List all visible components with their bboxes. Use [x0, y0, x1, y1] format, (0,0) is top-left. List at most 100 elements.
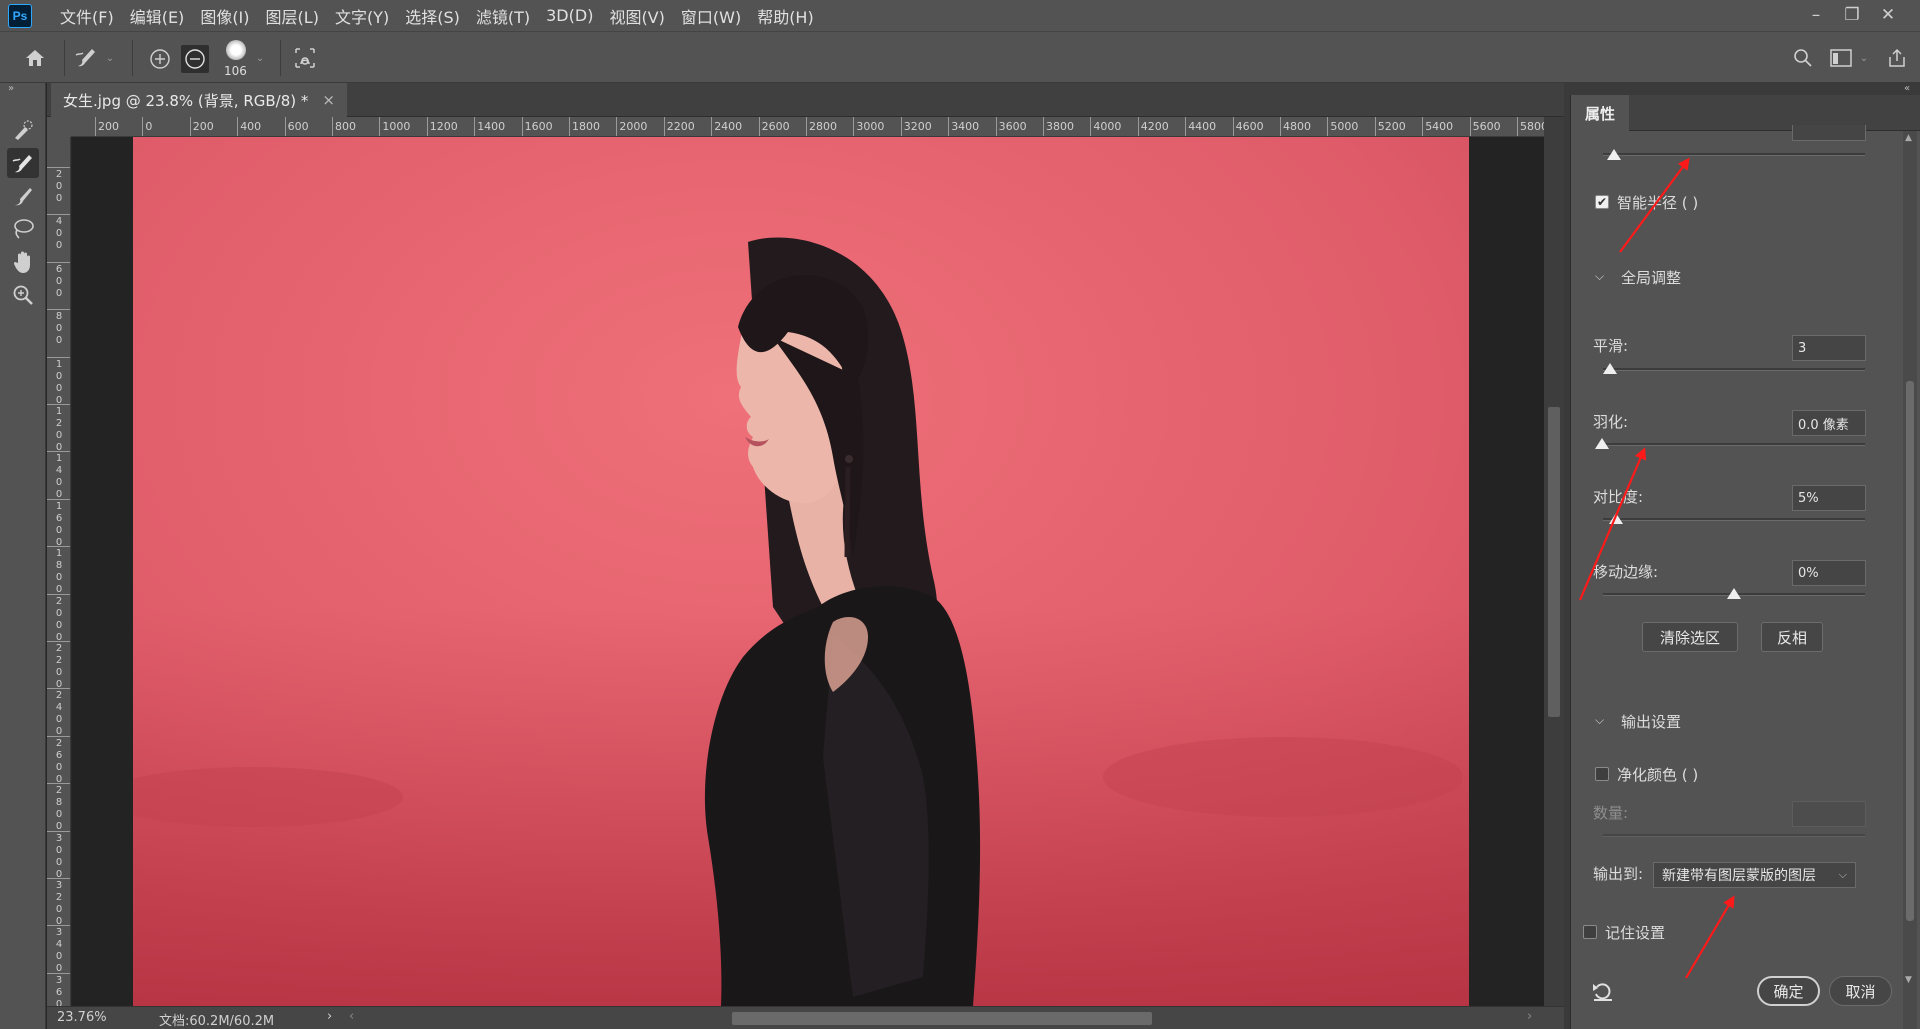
- menu-3d[interactable]: 3D(D): [538, 6, 601, 25]
- panel-scroll-up-icon[interactable]: ▲: [1905, 133, 1912, 143]
- ruler-tick: 2600: [758, 117, 790, 136]
- ruler-tick: 3 4 0 0: [47, 925, 70, 975]
- ruler-tick: 2 6 0 0: [47, 735, 70, 786]
- smooth-input[interactable]: 3: [1792, 335, 1866, 361]
- ok-button[interactable]: 确定: [1757, 976, 1820, 1006]
- menu-file[interactable]: 文件(F): [52, 4, 122, 28]
- ruler-tick: 4 0 0: [47, 214, 70, 252]
- ruler-tick: 200: [189, 117, 214, 136]
- scroll-left-icon[interactable]: ‹: [349, 1009, 354, 1024]
- search-icon[interactable]: [1788, 44, 1818, 72]
- zoom-tool-icon[interactable]: [7, 280, 39, 310]
- refine-edge-brush-icon[interactable]: [70, 43, 104, 73]
- ruler-tick: 200: [95, 117, 119, 136]
- menu-view[interactable]: 视图(V): [601, 4, 672, 28]
- output-settings-chevron-icon[interactable]: ⌵: [1595, 713, 1604, 728]
- close-icon[interactable]: ✕: [1870, 2, 1906, 28]
- select-subject-icon[interactable]: [290, 44, 320, 72]
- invert-button[interactable]: 反相: [1761, 622, 1823, 652]
- menu-select[interactable]: 选择(S): [397, 4, 468, 28]
- workspace-icon[interactable]: [1826, 44, 1856, 72]
- properties-panel: 属性 ✔ 智能半径 ( ) ⌵ 全局调整 平滑: 3 羽化: 0.0 像素 对比…: [1570, 95, 1920, 1029]
- output-to-chevron-icon: ⌵: [1838, 868, 1847, 881]
- contrast-input[interactable]: 5%: [1792, 485, 1866, 511]
- menu-filter[interactable]: 滤镜(T): [468, 4, 538, 28]
- home-icon[interactable]: [20, 44, 50, 72]
- chevron-down-icon[interactable]: ⌄: [104, 50, 116, 66]
- panel-scroll-down-icon[interactable]: ▼: [1905, 975, 1912, 985]
- contrast-slider-thumb[interactable]: [1609, 513, 1623, 524]
- hand-tool-icon[interactable]: [7, 247, 39, 277]
- ruler-tick: 2 0 0: [47, 167, 70, 205]
- menu-type[interactable]: 文字(Y): [327, 4, 397, 28]
- canvas-vertical-scrollbar[interactable]: [1544, 117, 1564, 1006]
- close-tab-icon[interactable]: ×: [322, 91, 335, 109]
- smart-radius-checkbox[interactable]: ✔: [1595, 195, 1609, 209]
- menu-window[interactable]: 窗口(W): [673, 4, 749, 28]
- output-settings-title[interactable]: 输出设置: [1621, 711, 1681, 732]
- photo-canvas[interactable]: [133, 137, 1469, 1006]
- reset-icon[interactable]: [1589, 979, 1617, 1003]
- clear-selection-button[interactable]: 清除选区: [1642, 622, 1738, 652]
- brush-chevron-icon[interactable]: ⌄: [254, 50, 266, 66]
- global-adjust-chevron-icon[interactable]: ⌵: [1595, 269, 1604, 284]
- smooth-slider-track[interactable]: [1603, 368, 1865, 371]
- feather-slider-thumb[interactable]: [1595, 438, 1609, 449]
- canvas-vertical-scrollbar-thumb[interactable]: [1548, 407, 1560, 717]
- ruler-tick: 4200: [1137, 117, 1169, 136]
- menu-image[interactable]: 图像(I): [192, 4, 257, 28]
- zoom-level[interactable]: 23.76%: [57, 1010, 107, 1025]
- contrast-slider-track[interactable]: [1603, 518, 1865, 521]
- smooth-slider-thumb[interactable]: [1603, 363, 1617, 374]
- ruler-tick: 4600: [1232, 117, 1264, 136]
- canvas-horizontal-scrollbar-thumb[interactable]: [732, 1012, 1152, 1025]
- horizontal-ruler: 200 0 200 400 600 800 1000 1200 1400 1600 1800 2000…: [71, 117, 1544, 137]
- canvas-area[interactable]: [72, 137, 1544, 1006]
- cancel-button[interactable]: 取消: [1829, 976, 1892, 1006]
- document-tab[interactable]: 女生.jpg @ 23.8% (背景, RGB/8) * ×: [51, 83, 347, 117]
- decontaminate-checkbox[interactable]: [1595, 767, 1609, 781]
- brush-tool-icon[interactable]: [7, 181, 39, 211]
- status-menu-arrow[interactable]: ›: [327, 1009, 332, 1024]
- window-controls: – ❐ ✕: [1798, 2, 1906, 28]
- global-adjust-title[interactable]: 全局调整: [1621, 267, 1681, 288]
- panel-scrollbar-thumb[interactable]: [1906, 381, 1914, 921]
- feather-input[interactable]: 0.0 像素: [1792, 410, 1866, 436]
- ruler-tick: 1 2 0 0: [47, 404, 70, 454]
- panel-scrollbar[interactable]: ▲ ▼: [1903, 131, 1917, 1029]
- status-bar: 23.76% 文档:60.2M/60.2M › ‹ ›: [47, 1006, 1564, 1029]
- menu-layer[interactable]: 图层(L): [258, 4, 327, 28]
- workspace-chevron-icon[interactable]: ⌄: [1858, 50, 1870, 66]
- photoshop-logo: Ps: [8, 4, 32, 28]
- restore-icon[interactable]: ❐: [1834, 2, 1870, 28]
- collapse-dock-icon[interactable]: «: [1904, 83, 1910, 94]
- shift-edge-slider-thumb[interactable]: [1727, 588, 1741, 599]
- tab-properties[interactable]: 属性: [1571, 95, 1630, 131]
- ruler-tick: 1800: [569, 117, 600, 136]
- add-to-selection-icon[interactable]: [146, 45, 174, 73]
- output-to-select[interactable]: 新建带有图层蒙版的图层 ⌵: [1653, 862, 1856, 888]
- radius-field[interactable]: [1792, 125, 1866, 141]
- lasso-tool-icon[interactable]: [7, 214, 39, 244]
- decontaminate-label: 净化颜色 ( ): [1617, 766, 1699, 784]
- collapse-tools-icon[interactable]: »: [8, 83, 14, 94]
- scroll-right-icon[interactable]: ›: [1527, 1009, 1532, 1024]
- subtract-from-selection-icon[interactable]: [181, 45, 209, 73]
- menu-edit[interactable]: 编辑(E): [122, 4, 193, 28]
- contrast-label: 对比度:: [1593, 488, 1644, 506]
- menu-help[interactable]: 帮助(H): [749, 4, 822, 28]
- shift-edge-input[interactable]: 0%: [1792, 560, 1866, 586]
- refine-edge-tool-icon[interactable]: [7, 148, 39, 178]
- remember-settings-checkbox[interactable]: [1583, 925, 1597, 939]
- brush-preview-icon[interactable]: [226, 40, 246, 60]
- share-icon[interactable]: [1882, 44, 1912, 72]
- menu-bar: Ps 文件(F) 编辑(E) 图像(I) 图层(L) 文字(Y) 选择(S) 滤…: [0, 0, 1920, 31]
- separator: [132, 40, 133, 76]
- radius-slider-track[interactable]: [1603, 153, 1865, 156]
- minimize-icon[interactable]: –: [1798, 2, 1834, 28]
- radius-slider-thumb[interactable]: [1607, 149, 1621, 160]
- document-tab-bar: 女生.jpg @ 23.8% (背景, RGB/8) * ×: [47, 83, 1564, 117]
- feather-slider-track[interactable]: [1603, 443, 1865, 446]
- vertical-ruler: 2 0 0 4 0 0 6 0 0 8 0 0 1 0 0 01 2 0 01 4 0 …: [47, 137, 71, 1006]
- quick-selection-tool-icon[interactable]: [7, 115, 39, 145]
